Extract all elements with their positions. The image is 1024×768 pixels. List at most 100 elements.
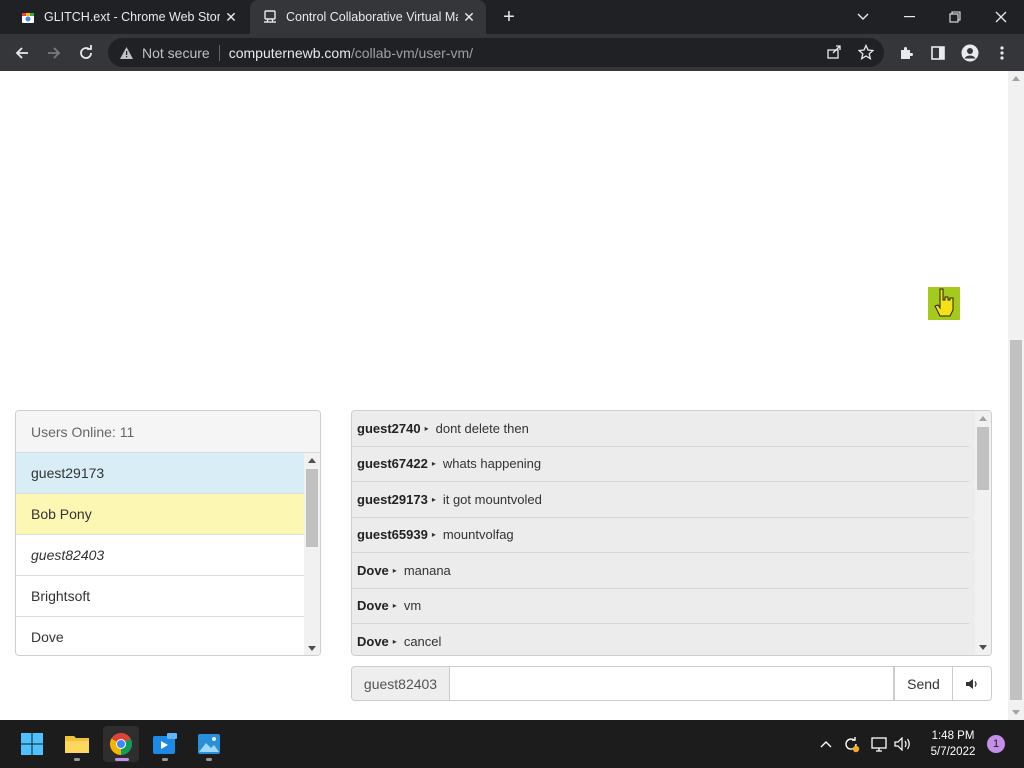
chat-username: Dove	[357, 633, 389, 649]
taskbar-clock[interactable]: 1:48 PM 5/7/2022	[922, 728, 984, 760]
video-editor-icon	[153, 733, 177, 754]
page-scrollbar[interactable]	[1008, 71, 1024, 720]
collabvm-icon	[262, 9, 278, 25]
arrow-right-icon: ▸	[431, 494, 436, 504]
chrome-menu-icon[interactable]	[991, 42, 1013, 64]
taskbar-photos[interactable]	[191, 726, 227, 762]
network-monitor-icon[interactable]	[868, 732, 890, 756]
clock-date: 5/7/2022	[930, 746, 976, 758]
scrollbar-thumb[interactable]	[977, 427, 989, 490]
user-list-item[interactable]: Bob Pony	[16, 494, 304, 535]
chrome-web-store-icon	[20, 9, 36, 25]
scrollbar-thumb[interactable]	[306, 469, 318, 547]
chat-text: it got mountvoled	[442, 491, 542, 507]
scroll-down-arrow-icon[interactable]	[979, 645, 987, 650]
taskbar-chrome[interactable]	[103, 726, 139, 762]
running-indicator	[74, 758, 80, 761]
chat-scrollbar[interactable]	[975, 411, 991, 655]
vm-display[interactable]	[0, 71, 1008, 401]
running-indicator	[162, 758, 168, 761]
share-icon[interactable]	[824, 42, 844, 62]
chat-username: guest65939	[357, 527, 428, 543]
user-list-item[interactable]: guest29173	[16, 453, 304, 494]
users-online-header: Users Online: 11	[16, 411, 320, 453]
vm-cursor-hand-icon	[928, 287, 960, 320]
folder-icon	[65, 736, 89, 753]
scroll-down-arrow-icon[interactable]	[308, 646, 316, 651]
scroll-up-arrow-icon[interactable]	[979, 416, 987, 421]
photos-icon	[198, 734, 220, 754]
chat-panel: guest2740 ▸ dont delete then guest67422 ▸ wh…	[351, 410, 992, 656]
chat-username: guest29173	[357, 491, 428, 507]
chat-text: mountvolfag	[442, 527, 514, 543]
new-tab-button[interactable]: +	[497, 5, 521, 29]
scrollbar-thumb[interactable]	[1010, 340, 1022, 700]
scroll-down-arrow-icon[interactable]	[1012, 710, 1020, 715]
close-tab-icon[interactable]: ✕	[220, 6, 242, 28]
chat-message: Dove ▸ cancel	[352, 624, 969, 655]
arrow-right-icon: ▸	[392, 636, 397, 646]
tab-search-icon[interactable]	[840, 0, 886, 34]
volume-speaker-icon[interactable]	[892, 732, 914, 756]
scroll-up-arrow-icon[interactable]	[308, 458, 316, 463]
bookmark-star-icon[interactable]	[856, 42, 876, 62]
profile-avatar-icon[interactable]	[959, 42, 981, 64]
restore-button[interactable]	[932, 0, 978, 34]
arrow-right-icon: ▸	[392, 601, 397, 611]
chat-message: guest2740 ▸ dont delete then	[352, 411, 969, 447]
start-button[interactable]	[14, 726, 50, 762]
show-hidden-icons-chevron-icon[interactable]	[815, 732, 837, 756]
update-sync-icon[interactable]	[840, 732, 862, 756]
divider	[218, 44, 220, 61]
running-indicator	[115, 758, 129, 761]
browser-tab-strip: GLITCH.ext - Chrome Web Store ✕ Control …	[0, 0, 1024, 34]
send-button[interactable]: Send	[894, 666, 953, 701]
chat-message-list: guest2740 ▸ dont delete then guest67422 ▸ wh…	[352, 411, 975, 655]
extensions-puzzle-icon[interactable]	[895, 42, 917, 64]
chat-text: manana	[403, 562, 451, 578]
back-button[interactable]	[8, 39, 36, 67]
chat-message: Dove ▸ vm	[352, 589, 969, 624]
notification-badge[interactable]: 1	[987, 735, 1005, 753]
tab-title: Control Collaborative Virtual Mac	[286, 10, 458, 24]
user-list-item[interactable]: guest82403	[16, 535, 304, 576]
address-bar[interactable]: Not secure computernewb.com/collab-vm/us…	[108, 38, 884, 67]
chat-username-label[interactable]: guest82403	[351, 666, 450, 701]
running-indicator	[206, 758, 212, 761]
taskbar-video-app[interactable]	[147, 726, 183, 762]
reload-button[interactable]	[72, 39, 100, 67]
minimize-button[interactable]	[886, 0, 932, 34]
chat-message: guest67422 ▸ whats happening	[352, 447, 969, 482]
volume-button[interactable]	[953, 666, 992, 701]
users-list: guest29173 Bob Pony guest82403 Brightsof…	[16, 453, 304, 655]
arrow-right-icon: ▸	[392, 565, 397, 575]
chat-message: Dove ▸ manana	[352, 553, 969, 589]
tab-collab-vm[interactable]: Control Collaborative Virtual Mac ✕	[250, 0, 486, 34]
user-list-item[interactable]: Brightsoft	[16, 576, 304, 617]
chat-username: Dove	[357, 598, 389, 614]
chat-message: guest29173 ▸ it got mountvoled	[352, 482, 969, 518]
taskbar-file-explorer[interactable]	[59, 726, 95, 762]
close-tab-icon[interactable]: ✕	[458, 6, 480, 28]
chat-text: vm	[403, 598, 422, 614]
chat-message-input[interactable]	[450, 666, 894, 701]
scroll-up-arrow-icon[interactable]	[1012, 76, 1020, 81]
clock-time: 1:48 PM	[931, 730, 975, 742]
chat-text: dont delete then	[435, 420, 529, 436]
users-list-scrollbar[interactable]	[304, 453, 320, 655]
arrow-right-icon: ▸	[424, 423, 429, 433]
users-online-panel: Users Online: 11 guest29173 Bob Pony gue…	[15, 410, 321, 656]
chat-text: cancel	[403, 633, 442, 649]
security-label: Not secure	[142, 44, 210, 61]
tab-title: GLITCH.ext - Chrome Web Store	[44, 10, 220, 24]
windows-taskbar: 1:48 PM 5/7/2022 1	[0, 720, 1024, 768]
side-panel-icon[interactable]	[927, 42, 949, 64]
chat-username: Dove	[357, 562, 389, 578]
close-window-button[interactable]	[978, 0, 1024, 34]
tab-glitch-ext[interactable]: GLITCH.ext - Chrome Web Store ✕	[8, 0, 248, 34]
user-list-item[interactable]: Dove	[16, 617, 304, 655]
warning-icon[interactable]	[118, 45, 134, 61]
forward-button[interactable]	[40, 39, 68, 67]
chat-username: guest67422	[357, 456, 428, 472]
chat-message: guest65939 ▸ mountvolfag	[352, 518, 969, 553]
